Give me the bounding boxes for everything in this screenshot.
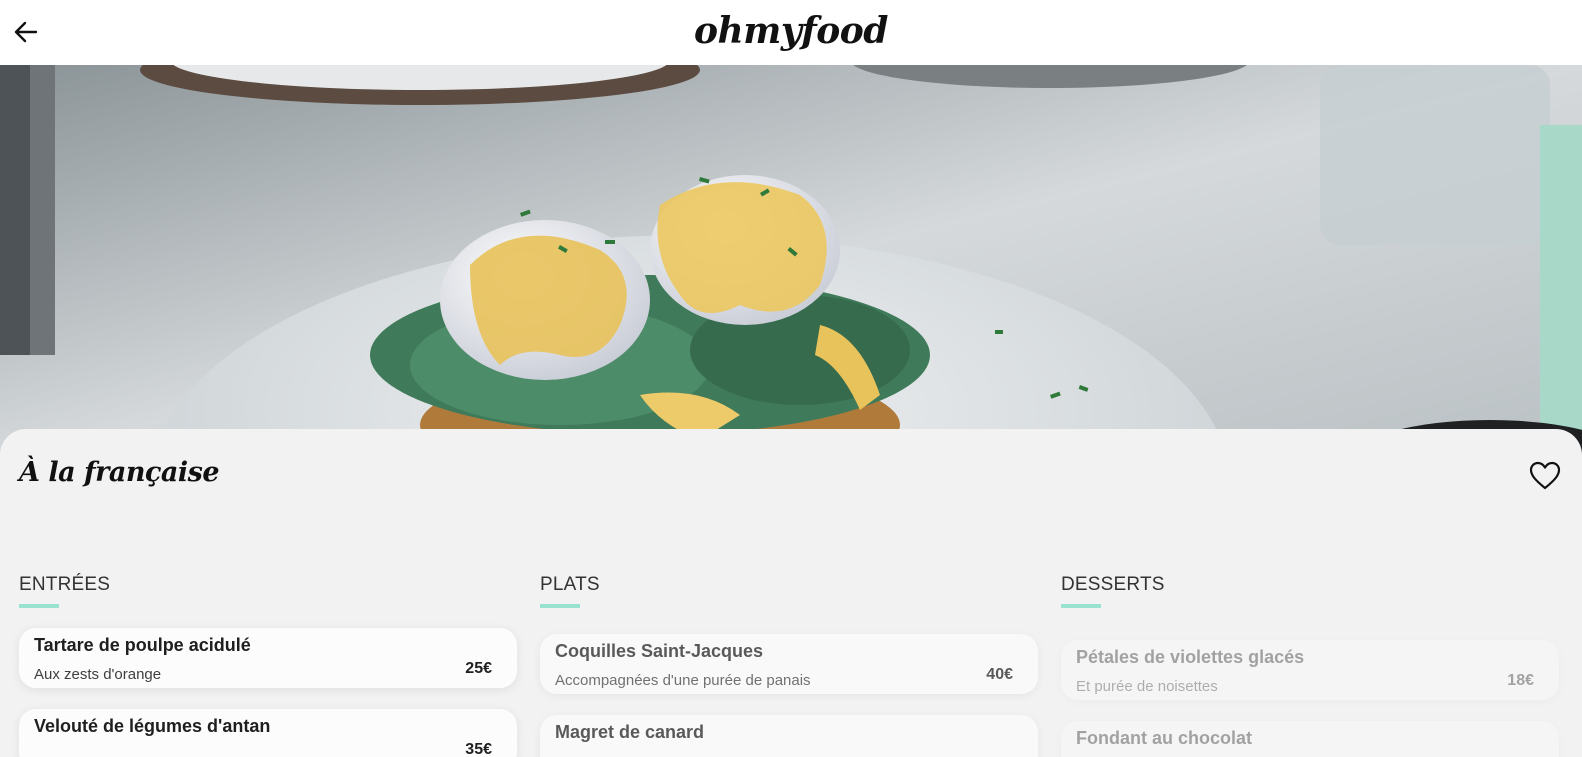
menu-item-card[interactable]: Velouté de légumes d'antan 35€	[19, 709, 517, 757]
menu-item-card[interactable]: Fondant au chocolat	[1061, 721, 1559, 757]
menu-item-name: Fondant au chocolat	[1076, 728, 1253, 748]
menu-item-name: Magret de canard	[555, 722, 705, 742]
menu-item-card[interactable]: Tartare de poulpe acidulé Aux zests d'or…	[19, 628, 517, 688]
menu-item-name: Pétales de violettes glacés	[1076, 647, 1305, 667]
menu-section-entrees: ENTRÉES	[19, 574, 517, 608]
heart-outline-icon	[1529, 461, 1561, 490]
menu-section-plats: PLATS	[540, 574, 1038, 608]
section-title: PLATS	[540, 574, 600, 595]
menu-item-card[interactable]: Coquilles Saint-Jacques Accompagnées d'u…	[540, 634, 1038, 694]
menu-item-name: Coquilles Saint-Jacques	[555, 641, 764, 661]
menu-item-description: Et purée de noisettes	[1076, 678, 1218, 695]
menu-item-card[interactable]: Magret de canard	[540, 715, 1038, 757]
menu-item-name: Tartare de poulpe acidulé	[34, 635, 251, 655]
restaurant-panel: À la française ENTRÉES Tartare de poulpe…	[0, 429, 1582, 757]
menu-section-desserts: DESSERTS	[1061, 574, 1559, 608]
brand-logo[interactable]: ohmyfood	[0, 10, 1582, 52]
menu-item-description: Aux zests d'orange	[34, 666, 162, 683]
menu-item-name: Velouté de légumes d'antan	[34, 716, 271, 736]
favorite-button[interactable]	[1529, 461, 1561, 491]
restaurant-title: À la française	[19, 457, 220, 488]
menu-item-price: 18€	[1507, 672, 1534, 689]
section-title: ENTRÉES	[19, 574, 111, 595]
menu-item-card[interactable]: Pétales de violettes glacés Et purée de …	[1061, 640, 1559, 700]
hero-image	[0, 65, 1582, 460]
top-header: ohmyfood	[0, 0, 1582, 65]
section-underline	[1061, 604, 1101, 608]
section-title: DESSERTS	[1061, 574, 1165, 595]
menu-item-description: Accompagnées d'une purée de panais	[555, 672, 811, 689]
section-underline	[540, 604, 580, 608]
section-underline	[19, 604, 59, 608]
menu-item-price: 35€	[465, 741, 492, 757]
menu-item-price: 25€	[465, 660, 492, 677]
menu-item-price: 40€	[986, 666, 1013, 683]
